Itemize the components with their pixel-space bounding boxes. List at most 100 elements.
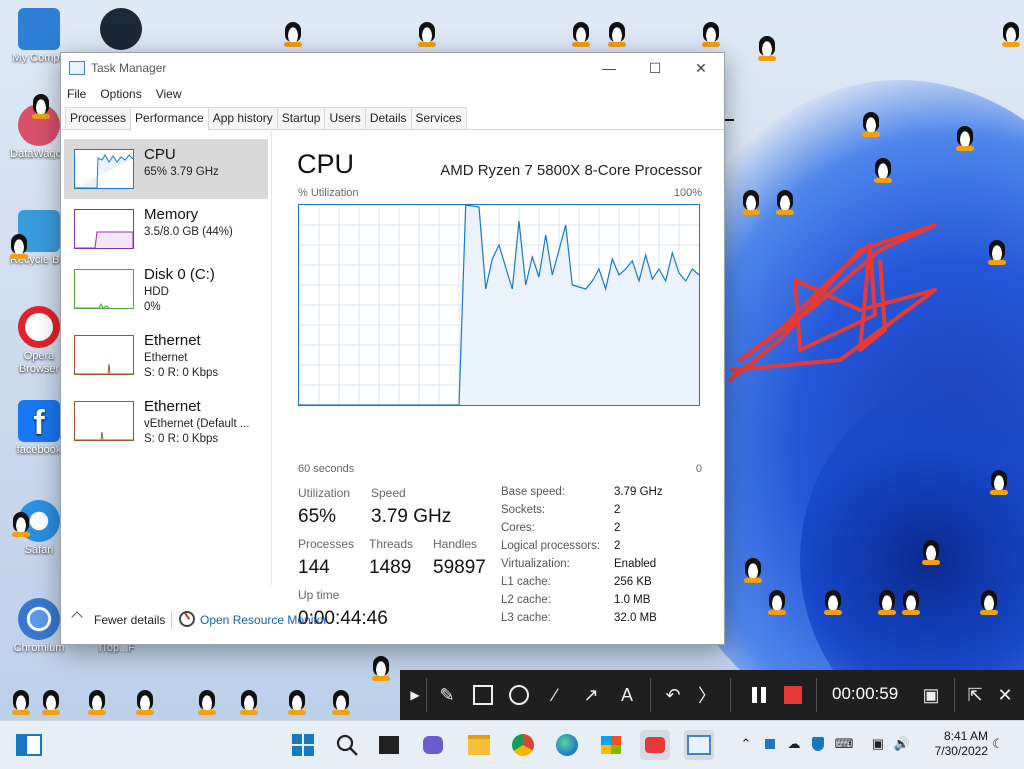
spec-value: Enabled — [614, 558, 657, 570]
disk-thumbnail-graph — [74, 269, 134, 309]
chevron-up-icon[interactable]: ⌃ — [738, 736, 754, 752]
minimize-button[interactable]: — — [586, 53, 632, 83]
speed-value: 3.79 GHz — [371, 506, 452, 527]
recording-timer: 00:00:59 — [832, 684, 899, 703]
keyboard-icon[interactable]: ⌨ — [835, 736, 854, 752]
graph-x-right: 0 — [695, 463, 702, 475]
chat-icon[interactable] — [418, 730, 448, 760]
maximize-button[interactable]: ☐ — [632, 53, 678, 83]
penguin-sprite — [10, 512, 32, 538]
penguin-sprite — [10, 690, 32, 716]
divider — [954, 678, 955, 712]
tab-processes[interactable]: Processes — [65, 107, 132, 129]
page-title: CPU — [297, 149, 355, 179]
spec-value: 2 — [614, 522, 621, 534]
penguin-sprite — [742, 558, 764, 584]
notification-moon-icon[interactable]: ☾ — [990, 736, 1006, 752]
penguin-sprite — [416, 22, 438, 48]
chevron-up-icon[interactable] — [71, 611, 83, 623]
edit-icon[interactable]: ⇱ — [962, 682, 988, 708]
tab-users[interactable]: Users — [324, 107, 366, 129]
spec-key: Cores: — [501, 522, 535, 534]
task-manager-taskbar-icon[interactable] — [684, 730, 714, 760]
sidebar-item-ethernet[interactable]: Ethernet Ethernet S: 0 R: 0 Kbps — [64, 325, 268, 385]
resource-monitor-icon — [179, 611, 195, 627]
widgets-icon[interactable] — [14, 730, 44, 760]
sidebar-item-detail: S: 0 R: 0 Kbps — [144, 367, 219, 379]
window-title: Task Manager — [91, 61, 167, 75]
task-view-icon[interactable] — [374, 730, 404, 760]
chrome-icon[interactable] — [508, 730, 538, 760]
volume-icon[interactable]: 🔊 — [894, 736, 910, 752]
cloud-offline-icon[interactable]: ☁ — [786, 736, 802, 752]
penguin-sprite — [978, 590, 1000, 616]
penguin-sprite — [8, 234, 30, 260]
resource-sidebar: CPU 65% 3.79 GHz Memory 3.5/8.0 GB (44%)… — [61, 131, 272, 585]
opera-icon — [18, 306, 60, 348]
handles-label: Handles — [433, 537, 478, 551]
open-resource-monitor-link[interactable]: Open Resource Monitor — [200, 613, 327, 627]
network-icon[interactable]: ▣ — [870, 736, 886, 752]
sidebar-item-cpu[interactable]: CPU 65% 3.79 GHz — [64, 139, 268, 199]
penguin-sprite — [282, 22, 304, 48]
tray-app-icon[interactable] — [762, 736, 778, 752]
camera-icon[interactable]: ▣ — [918, 682, 944, 708]
tab-services[interactable]: Services — [410, 107, 467, 129]
sidebar-item-label: Ethernet — [144, 332, 201, 349]
steam-icon — [100, 8, 142, 50]
taskbar: ⌃ ☁ ⌨ ▣ 🔊 8:41 AM 7/30/2022 ☾ — [0, 720, 1024, 769]
graph-y-max: 100% — [673, 187, 702, 199]
penguin-sprite — [774, 190, 796, 216]
recorder-app-icon[interactable] — [640, 730, 670, 760]
penguin-sprite — [40, 690, 62, 716]
start-icon[interactable] — [288, 730, 318, 760]
rectangle-icon[interactable] — [470, 682, 496, 708]
sidebar-item-label: Memory — [144, 206, 199, 223]
title-bar[interactable]: Task Manager — ☐ ✕ — [61, 53, 724, 83]
file-explorer-icon[interactable] — [464, 730, 494, 760]
menu-options[interactable]: Options — [100, 87, 141, 101]
sidebar-item-label: Ethernet — [144, 398, 201, 415]
penguin-sprite — [238, 690, 260, 716]
sidebar-item-detail: 65% 3.79 GHz — [144, 166, 219, 178]
close-icon[interactable]: ✕ — [992, 682, 1018, 708]
cpu-model-name: AMD Ryzen 7 5800X 8-Core Processor — [440, 162, 702, 179]
utilization-label: Utilization — [298, 486, 351, 500]
pen-icon[interactable]: ✎ — [434, 682, 460, 708]
clock[interactable]: 8:41 AM 7/30/2022 — [935, 729, 988, 759]
sidebar-item-label: Disk 0 (C:) — [144, 266, 215, 283]
sidebar-item-vethernet[interactable]: Ethernet vEthernet (Default ... S: 0 R: … — [64, 391, 268, 451]
eraser-icon[interactable]: 〉 — [694, 682, 720, 708]
text-icon[interactable]: A — [614, 682, 640, 708]
tab-details[interactable]: Details — [364, 107, 412, 129]
close-button[interactable]: ✕ — [678, 53, 724, 83]
tab-startup[interactable]: Startup — [276, 107, 326, 129]
desktop-icon-steam[interactable] — [86, 8, 156, 52]
task-manager-window: Task Manager — ☐ ✕ File Options View Pro… — [60, 52, 725, 645]
store-icon[interactable] — [596, 730, 626, 760]
tab-app-history[interactable]: App history — [207, 107, 278, 129]
uptime-label: Up time — [298, 588, 340, 602]
sidebar-item-disk[interactable]: Disk 0 (C:) HDD 0% — [64, 259, 268, 319]
sidebar-item-label: CPU — [144, 146, 176, 163]
line-icon[interactable]: ∕ — [542, 682, 568, 708]
menu-view[interactable]: View — [156, 87, 182, 101]
tab-performance[interactable]: Performance — [130, 107, 209, 130]
sidebar-item-memory[interactable]: Memory 3.5/8.0 GB (44%) — [64, 199, 268, 259]
speed-label: Speed — [371, 486, 406, 500]
penguin-sprite — [606, 22, 628, 48]
arrow-icon[interactable]: ↗ — [578, 682, 604, 708]
search-icon[interactable] — [332, 730, 362, 760]
undo-icon[interactable]: ↶ — [660, 682, 686, 708]
security-shield-icon[interactable] — [810, 736, 826, 752]
pause-icon[interactable] — [746, 682, 772, 708]
fewer-details-link[interactable]: Fewer details — [94, 613, 165, 627]
stop-icon[interactable] — [780, 682, 806, 708]
processes-label: Processes — [298, 537, 355, 551]
edge-icon[interactable] — [552, 730, 582, 760]
menu-file[interactable]: File — [67, 87, 86, 101]
penguin-sprite — [876, 590, 898, 616]
clock-time: 8:41 AM — [943, 729, 988, 743]
expand-arrow-icon[interactable]: ▶ — [402, 682, 428, 708]
circle-icon[interactable] — [506, 682, 532, 708]
